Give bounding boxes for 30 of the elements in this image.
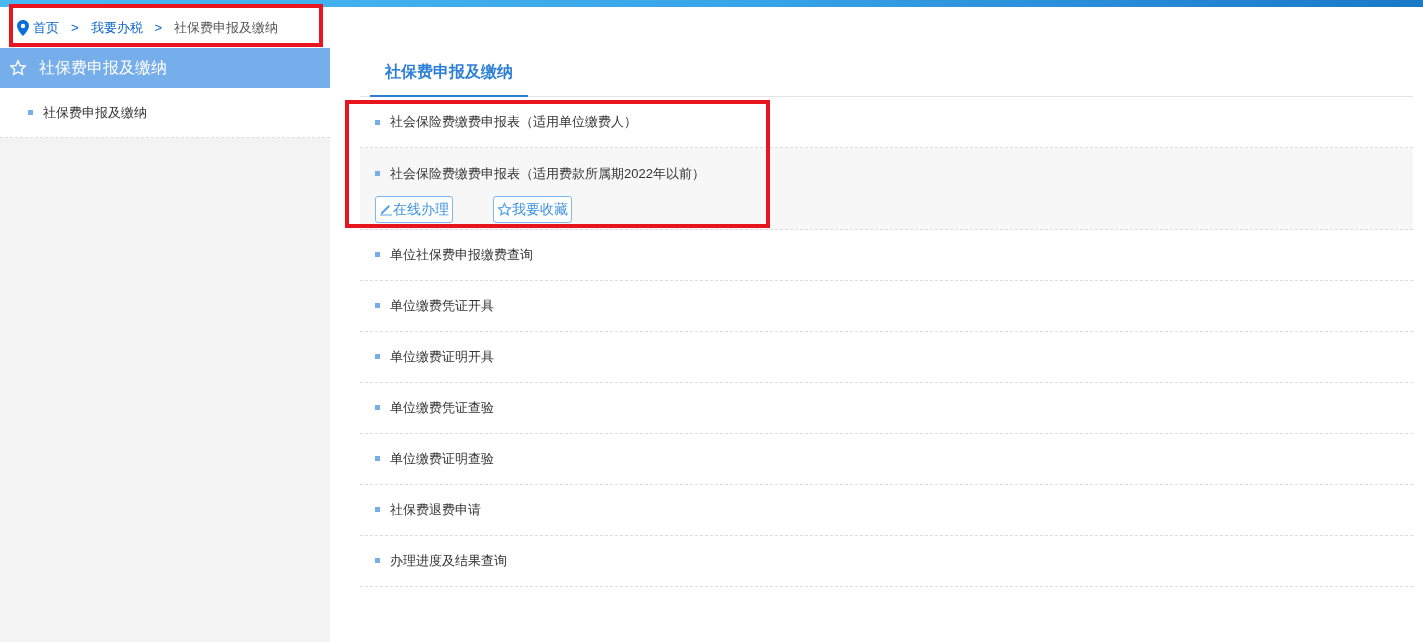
bullet-icon (375, 354, 380, 359)
star-icon (497, 201, 512, 217)
breadcrumb-current: 社保费申报及缴纳 (174, 18, 279, 37)
sidebar-item[interactable]: 社保费申报及缴纳 (43, 102, 147, 123)
location-pin-icon (17, 19, 29, 36)
sidebar-title: 社保费申报及缴纳 (39, 58, 167, 78)
bullet-icon (375, 252, 380, 257)
service-link[interactable]: 社保费退费申请 (390, 499, 481, 520)
bullet-icon (375, 558, 380, 563)
pencil-icon (379, 202, 393, 216)
service-link[interactable]: 单位社保费申报缴费查询 (390, 244, 533, 265)
bullet-icon (375, 303, 380, 308)
service-link[interactable]: 社会保险费缴费申报表（适用费款所属期2022年以前） (390, 164, 705, 184)
bullet-icon (375, 456, 380, 461)
star-icon (9, 59, 27, 77)
service-link[interactable]: 办理进度及结果查询 (390, 550, 507, 571)
bullet-icon (375, 171, 380, 177)
breadcrumb-link[interactable]: 首页 (33, 17, 59, 38)
service-link[interactable]: 单位缴费证明开具 (390, 346, 494, 367)
bullet-icon (375, 119, 380, 125)
service-link[interactable]: 单位缴费凭证开具 (390, 295, 494, 316)
service-link[interactable]: 单位缴费证明查验 (390, 448, 494, 469)
breadcrumb-separator: > (154, 18, 163, 37)
bullet-icon (375, 405, 380, 410)
breadcrumb-separator: > (71, 18, 79, 37)
service-link[interactable]: 社会保险费缴费申报表（适用单位缴费人） (390, 112, 637, 132)
breadcrumb-link[interactable]: 我要办税 (90, 17, 143, 38)
bullet-icon (28, 110, 33, 115)
service-link[interactable]: 单位缴费凭证查验 (390, 397, 494, 418)
bullet-icon (375, 507, 380, 512)
